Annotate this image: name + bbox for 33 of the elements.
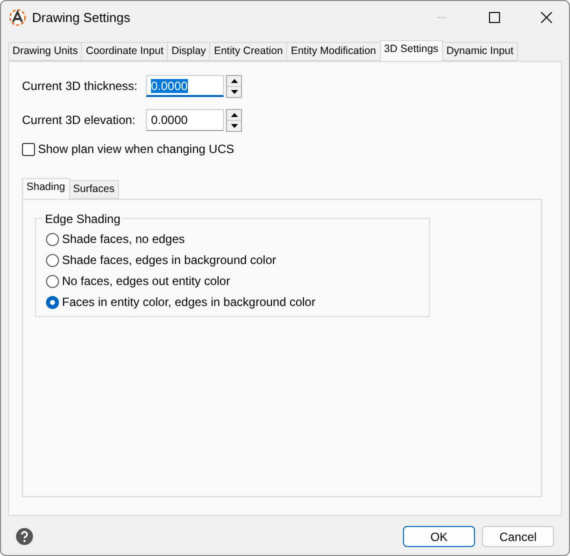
radio-label: Shade faces, no edges bbox=[62, 232, 185, 246]
radio-button[interactable] bbox=[46, 232, 59, 246]
tab[interactable]: Coordinate Input bbox=[81, 42, 168, 61]
ok-button[interactable]: OK bbox=[403, 526, 475, 547]
tab[interactable]: Entity Modification bbox=[286, 42, 381, 61]
number-field[interactable]: 0.0000 bbox=[146, 75, 224, 97]
radio-label: Shade faces, edges in background color bbox=[62, 253, 276, 267]
radio-button[interactable] bbox=[46, 254, 59, 266]
radio-button[interactable] bbox=[46, 274, 59, 288]
close-icon[interactable] bbox=[540, 12, 552, 22]
spin-buttons[interactable] bbox=[226, 74, 242, 98]
tab[interactable]: Drawing Units bbox=[8, 42, 82, 61]
radio-label: Faces in entity color, edges in background color bbox=[62, 295, 316, 309]
radio-button[interactable] bbox=[46, 296, 59, 308]
group-title: Edge Shading bbox=[43, 212, 122, 226]
window-title: Drawing Settings bbox=[32, 10, 132, 24]
tab[interactable]: Dynamic Input bbox=[442, 42, 518, 61]
cancel-button[interactable]: Cancel bbox=[482, 526, 554, 547]
checkbox-label: Show plan view when changing UCS bbox=[38, 142, 234, 156]
tab[interactable]: Entity Creation bbox=[209, 42, 288, 61]
maximize-icon[interactable] bbox=[488, 12, 500, 22]
checkbox[interactable] bbox=[22, 142, 35, 156]
tab[interactable]: 3D Settings bbox=[380, 40, 443, 61]
tab[interactable]: Display bbox=[167, 42, 210, 61]
field-label: Current 3D elevation: bbox=[22, 113, 136, 127]
tab[interactable]: Surfaces bbox=[68, 180, 119, 199]
field-label: Current 3D thickness: bbox=[22, 79, 138, 93]
tab[interactable]: Shading bbox=[22, 178, 70, 199]
radio-label: No faces, edges out entity color bbox=[62, 274, 230, 288]
spin-buttons[interactable] bbox=[226, 108, 242, 132]
help-icon[interactable] bbox=[16, 528, 33, 545]
number-field[interactable]: 0.0000 bbox=[146, 109, 224, 131]
app-logo-icon bbox=[9, 8, 26, 26]
